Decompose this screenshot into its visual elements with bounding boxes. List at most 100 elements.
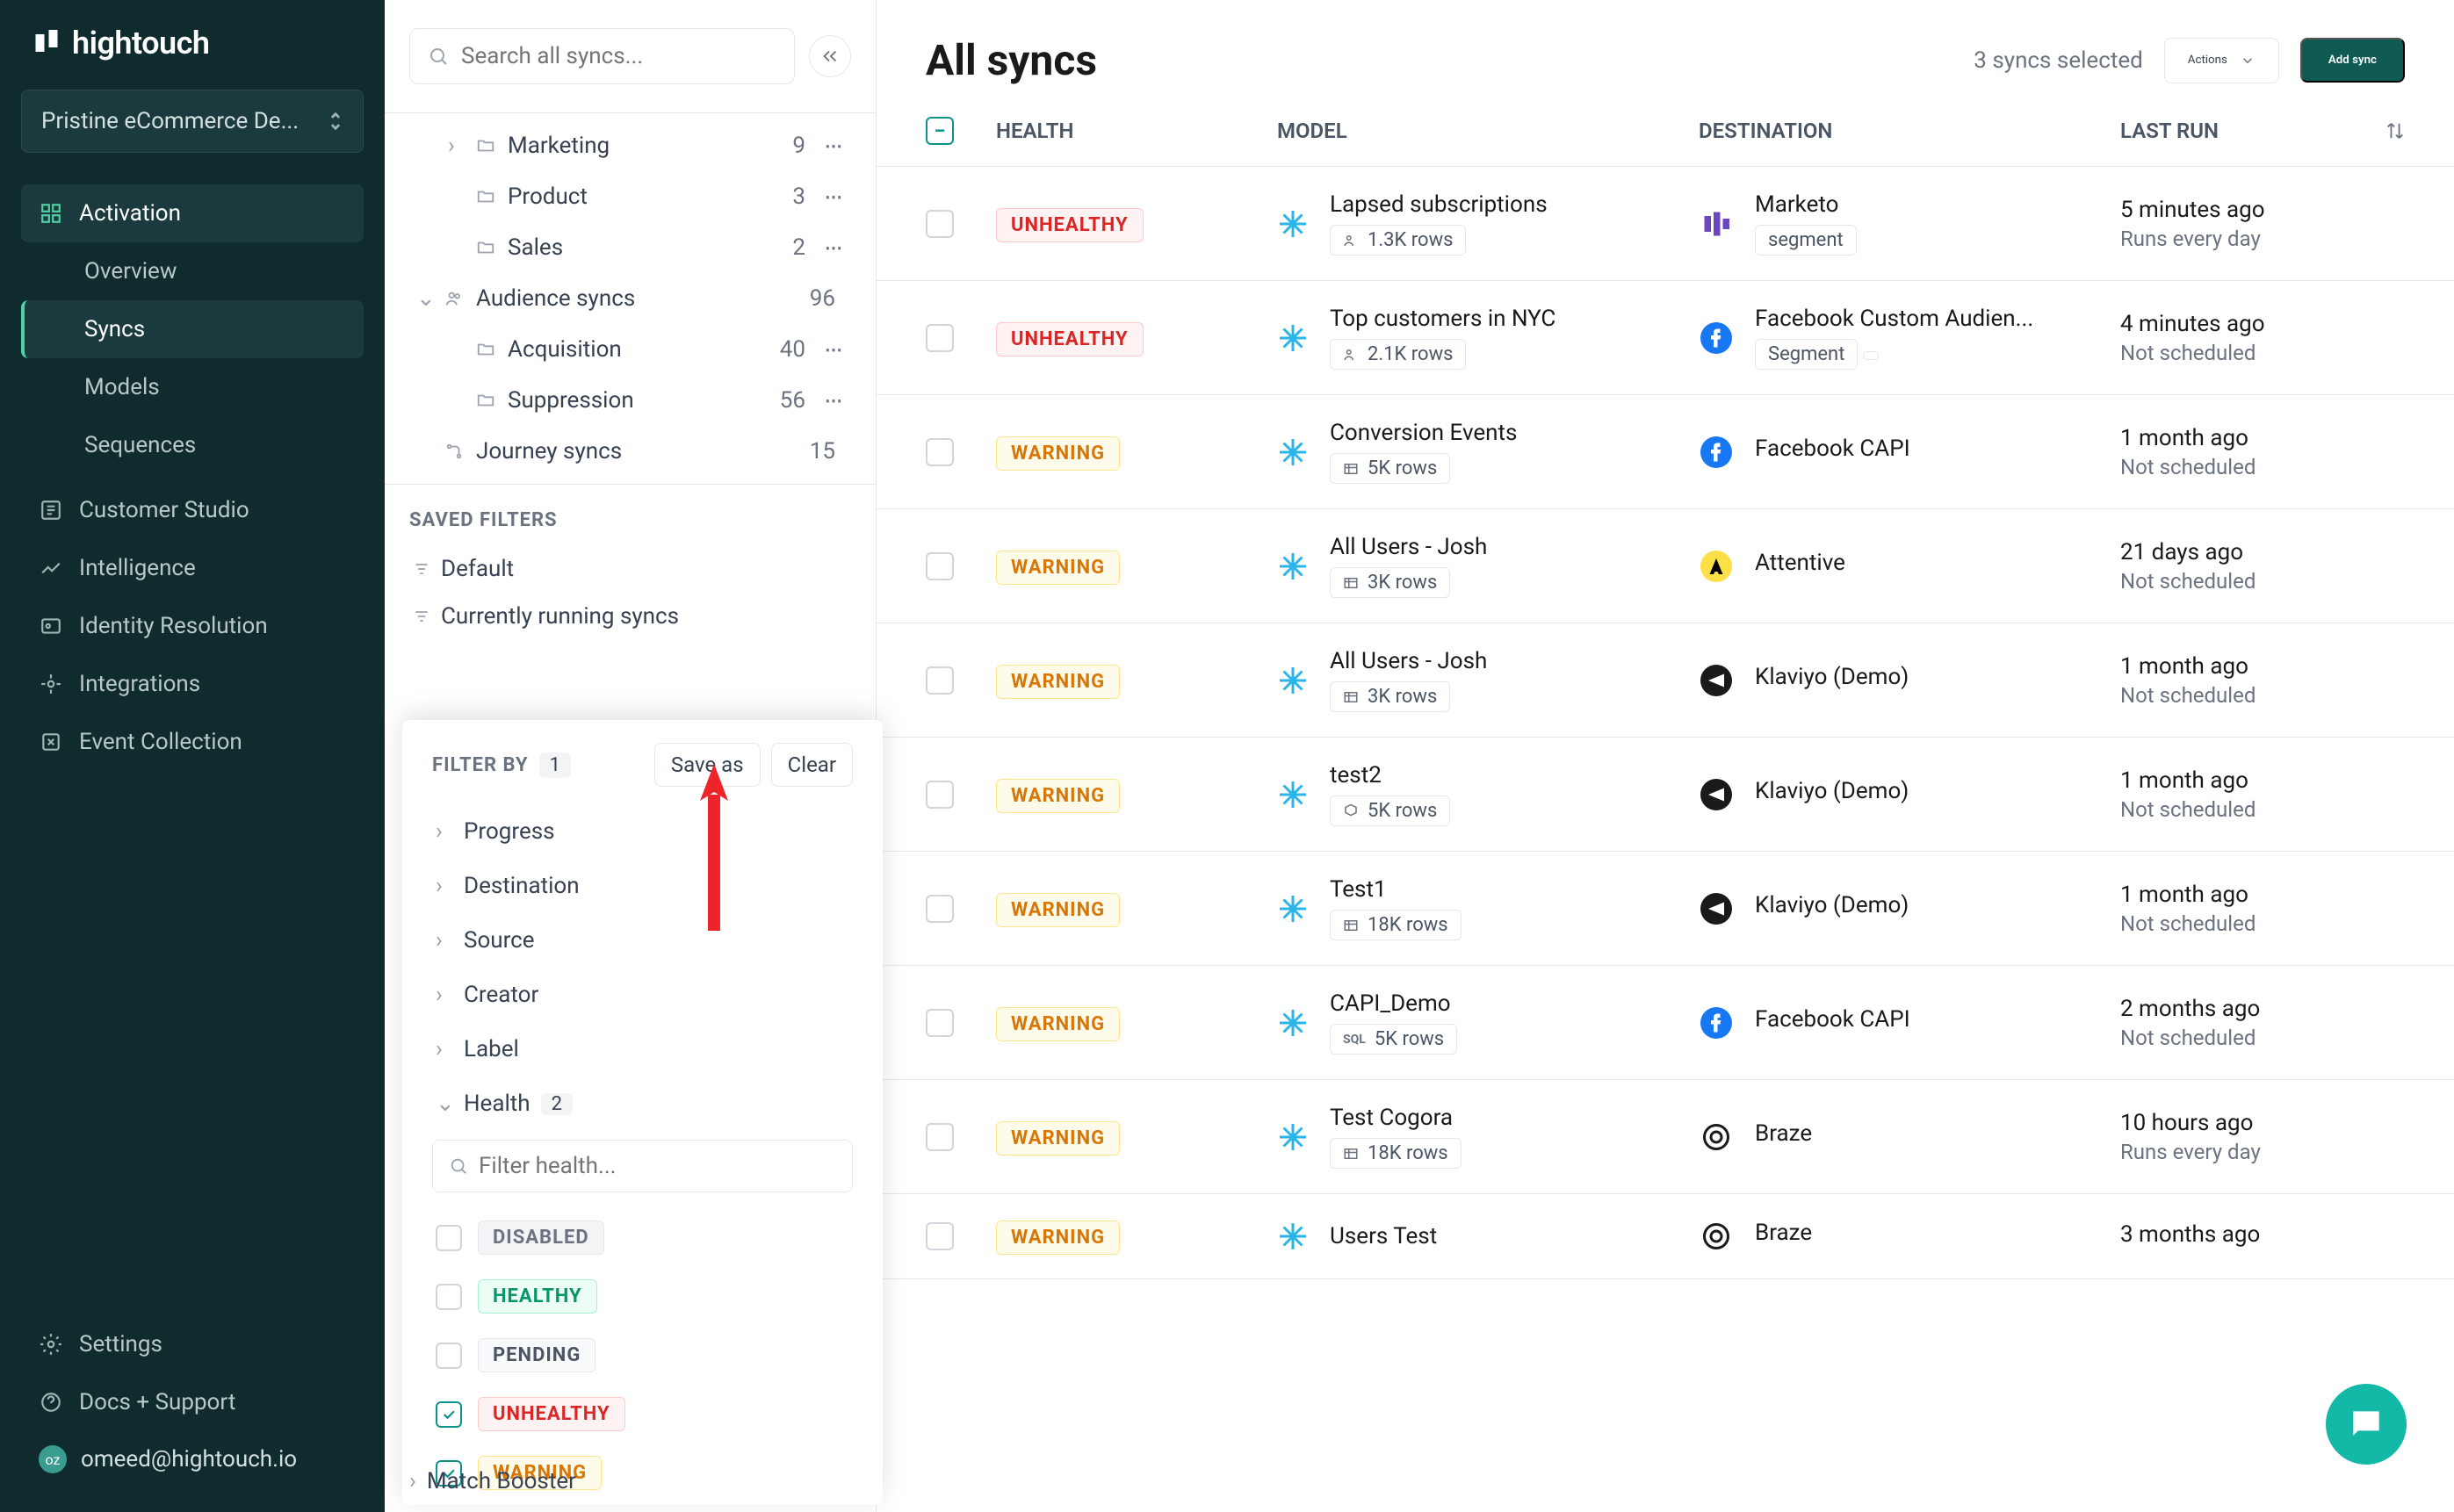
nav-syncs[interactable]: Syncs (21, 300, 364, 358)
user-menu[interactable]: oz omeed@hightouch.io (21, 1431, 364, 1487)
checkbox[interactable] (436, 1401, 462, 1428)
filter-icon (413, 560, 430, 578)
folder-icon (476, 136, 497, 155)
row-checkbox[interactable] (926, 324, 954, 352)
dest-icon (1699, 320, 1734, 356)
row-checkbox[interactable] (926, 1009, 954, 1037)
row-checkbox[interactable] (926, 552, 954, 580)
nav-intelligence[interactable]: Intelligence (21, 539, 364, 597)
table-row[interactable]: WARNINGTest Cogora 18K rowsBraze10 hours… (877, 1080, 2454, 1194)
tree-item[interactable]: Product3⋯ (409, 171, 851, 222)
health-search[interactable] (432, 1140, 853, 1192)
tree-item[interactable]: Suppression56⋯ (409, 375, 851, 426)
schedule: Not scheduled (2120, 455, 2405, 479)
search-field[interactable] (461, 43, 776, 69)
nav-docs[interactable]: Docs + Support (21, 1373, 364, 1431)
table-row[interactable]: WARNINGConversion Events 5K rowsFacebook… (877, 395, 2454, 509)
tree-item[interactable]: Journey syncs15 (409, 426, 851, 477)
nav-overview[interactable]: Overview (21, 242, 364, 300)
nav-activation[interactable]: Activation (21, 184, 364, 242)
row-checkbox[interactable] (926, 666, 954, 695)
more-icon[interactable]: ⋯ (825, 186, 844, 207)
more-icon[interactable]: ⋯ (825, 237, 844, 258)
row-checkbox[interactable] (926, 1123, 954, 1151)
tree-item[interactable]: ⌄Audience syncs96 (409, 273, 851, 324)
tree-item[interactable]: Sales2⋯ (409, 222, 851, 273)
collapse-button[interactable] (809, 35, 851, 77)
health-option[interactable]: PENDING (432, 1326, 853, 1385)
table-row[interactable]: WARNINGAll Users - Josh 3K rowsKlaviyo (… (877, 623, 2454, 738)
schedule: Not scheduled (2120, 797, 2405, 822)
col-last[interactable]: LAST RUN (2120, 119, 2405, 143)
filter-group[interactable]: ›Label (432, 1022, 853, 1076)
more-icon[interactable]: ⋯ (825, 339, 844, 360)
more-icon[interactable]: ⋯ (825, 390, 844, 411)
model-name: All Users - Josh (1330, 534, 1487, 560)
status-badge: WARNING (996, 665, 1120, 699)
row-checkbox[interactable] (926, 210, 954, 238)
saved-filter-item[interactable]: Default (409, 545, 851, 593)
status-badge: UNHEALTHY (996, 322, 1144, 356)
model-name: All Users - Josh (1330, 648, 1487, 674)
saved-filters: SAVED FILTERS DefaultCurrently running s… (385, 485, 876, 647)
nav-identity[interactable]: Identity Resolution (21, 597, 364, 655)
row-checkbox[interactable] (926, 895, 954, 923)
row-checkbox[interactable] (926, 781, 954, 809)
model-name: Lapsed subscriptions (1330, 191, 1548, 218)
table-row[interactable]: UNHEALTHYLapsed subscriptions 1.3K rowsM… (877, 167, 2454, 281)
filter-group[interactable]: ›Creator (432, 968, 853, 1022)
chat-fab[interactable] (2326, 1384, 2407, 1465)
col-health[interactable]: HEALTH (996, 119, 1277, 143)
saved-filter-item[interactable]: Currently running syncs (409, 593, 851, 640)
add-sync-button[interactable]: Add sync (2300, 38, 2405, 83)
table-row[interactable]: WARNINGTest1 18K rowsKlaviyo (Demo)1 mon… (877, 852, 2454, 966)
last-run: 1 month ago (2120, 882, 2405, 908)
schedule: Not scheduled (2120, 569, 2405, 594)
logo[interactable]: hightouch (21, 25, 364, 61)
select-all-checkbox[interactable]: − (926, 117, 954, 145)
nav-integrations[interactable]: Integrations (21, 655, 364, 713)
row-checkbox[interactable] (926, 1222, 954, 1250)
tree-item[interactable]: ›Marketing9⋯ (409, 120, 851, 171)
col-dest[interactable]: DESTINATION (1699, 119, 2120, 143)
nav-sequences[interactable]: Sequences (21, 416, 364, 474)
search-input[interactable] (409, 28, 795, 84)
row-checkbox[interactable] (926, 438, 954, 466)
more-icon[interactable]: ⋯ (825, 135, 844, 156)
table-row[interactable]: WARNINGUsers TestBraze3 months ago (877, 1194, 2454, 1279)
tree-item[interactable]: Acquisition40⋯ (409, 324, 851, 375)
table-row[interactable]: WARNINGAll Users - Josh 3K rowsAttentive… (877, 509, 2454, 623)
col-model[interactable]: MODEL (1277, 119, 1699, 143)
table-row[interactable]: UNHEALTHYTop customers in NYC 2.1K rowsF… (877, 281, 2454, 395)
status-badge: WARNING (996, 779, 1120, 813)
nav-models[interactable]: Models (21, 358, 364, 416)
row-count-tag: 3K rows (1330, 567, 1450, 598)
health-option[interactable]: UNHEALTHY (432, 1385, 853, 1444)
checkbox[interactable] (436, 1343, 462, 1369)
workspace-selector[interactable]: Pristine eCommerce De... (21, 90, 364, 153)
filter-group[interactable]: ›Destination (432, 859, 853, 913)
events-icon (39, 730, 63, 754)
checkbox[interactable] (436, 1284, 462, 1310)
nav-events[interactable]: Event Collection (21, 713, 364, 771)
snowflake-icon (1277, 551, 1309, 582)
dest-icon (1699, 663, 1734, 698)
filter-group[interactable]: ›Progress (432, 804, 853, 859)
health-search-input[interactable] (479, 1153, 836, 1179)
match-booster-row[interactable]: › Match Booster (385, 1456, 876, 1507)
nav-customer-studio[interactable]: Customer Studio (21, 481, 364, 539)
checkbox[interactable] (436, 1225, 462, 1251)
dest-icon (1699, 435, 1734, 470)
filter-health-group[interactable]: ⌄ Health 2 (432, 1076, 853, 1131)
dest-name: Braze (1755, 1120, 1812, 1147)
last-run: 1 month ago (2120, 653, 2405, 680)
save-as-button[interactable]: Save as (654, 743, 761, 787)
actions-button[interactable]: Actions (2164, 38, 2279, 83)
health-option[interactable]: DISABLED (432, 1208, 853, 1267)
table-row[interactable]: WARNINGCAPI_DemoSQL 5K rowsFacebook CAPI… (877, 966, 2454, 1080)
nav-settings[interactable]: Settings (21, 1315, 364, 1373)
health-option[interactable]: HEALTHY (432, 1267, 853, 1326)
clear-button[interactable]: Clear (771, 743, 853, 787)
filter-group[interactable]: ›Source (432, 913, 853, 968)
table-row[interactable]: WARNINGtest2 5K rowsKlaviyo (Demo)1 mont… (877, 738, 2454, 852)
